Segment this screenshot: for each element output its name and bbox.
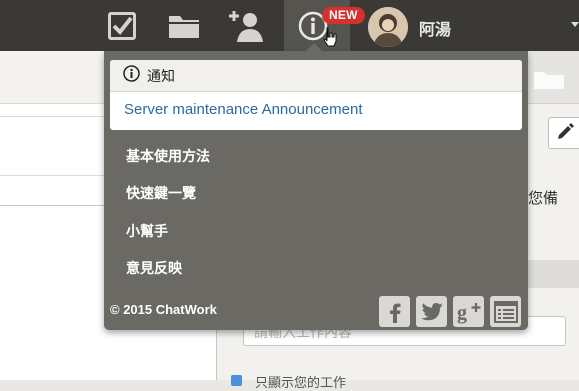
task-check-icon[interactable]: [104, 8, 140, 44]
info-icon: [123, 65, 140, 86]
cursor-icon: [323, 27, 339, 51]
google-plus-icon[interactable]: g: [453, 296, 484, 327]
twitter-icon[interactable]: [416, 296, 447, 327]
notice-title: 通知: [147, 68, 175, 85]
avatar[interactable]: [368, 7, 408, 47]
task-filter-checkbox[interactable]: [231, 375, 242, 386]
notice-panel: 通知 Server maintenance Announcement: [110, 60, 522, 130]
facebook-icon[interactable]: [379, 296, 410, 327]
menu-item-basic-usage[interactable]: 基本使用方法: [126, 146, 210, 166]
add-contact-icon[interactable]: [228, 8, 264, 44]
dropdown-pointer: [305, 43, 323, 52]
copyright-text: © 2015 ChatWork: [110, 302, 217, 317]
description-text: 您備: [528, 189, 559, 207]
folder-icon[interactable]: [532, 68, 566, 94]
user-name[interactable]: 阿湯: [419, 16, 451, 40]
pencil-icon: [556, 122, 574, 144]
menu-item-feedback[interactable]: 意見反映: [126, 258, 182, 278]
chevron-down-icon[interactable]: [571, 22, 579, 27]
svg-text:g: g: [457, 302, 467, 324]
menu-item-shortcuts[interactable]: 快速鍵一覽: [126, 183, 196, 203]
task-filter-label: 只顯示您的工作: [255, 376, 347, 391]
blog-icon[interactable]: [490, 296, 521, 327]
menu-item-helper[interactable]: 小幫手: [126, 221, 168, 241]
notice-header: 通知: [110, 60, 522, 92]
new-badge: NEW: [322, 7, 365, 24]
announcement-link[interactable]: Server maintenance Announcement: [110, 92, 522, 118]
edit-button[interactable]: [548, 117, 579, 149]
folder-icon[interactable]: [166, 8, 202, 44]
